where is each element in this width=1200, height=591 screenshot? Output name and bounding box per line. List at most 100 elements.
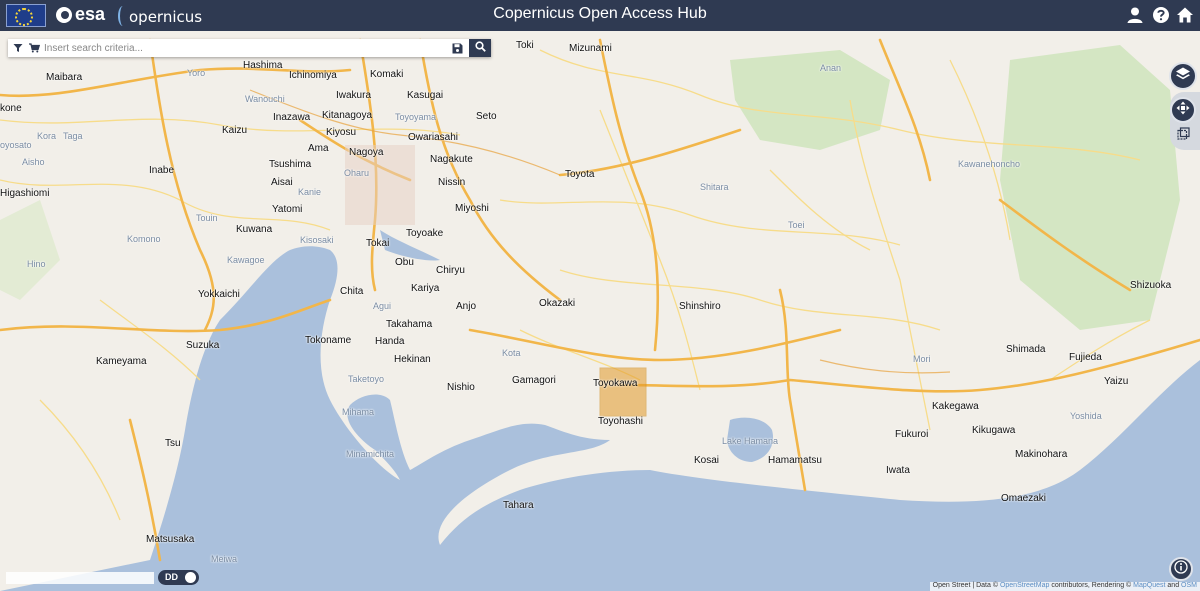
info-icon bbox=[1174, 559, 1188, 579]
draw-area-button[interactable] bbox=[1170, 124, 1196, 148]
info-button[interactable] bbox=[1169, 557, 1193, 581]
place-label: Kameyama bbox=[96, 356, 147, 367]
place-label: Toyokawa bbox=[593, 378, 638, 389]
attribution-and: and bbox=[1167, 582, 1180, 589]
place-label: Fukuroi bbox=[895, 429, 929, 440]
place-label: Meiwa bbox=[211, 554, 238, 564]
attribution-rest: contributors, Rendering © bbox=[1051, 582, 1132, 589]
layers-button[interactable] bbox=[1169, 62, 1197, 90]
place-label: Kiyosu bbox=[326, 127, 357, 138]
move-icon bbox=[1176, 101, 1190, 120]
place-label: Chita bbox=[340, 286, 364, 297]
place-label: Fujieda bbox=[1069, 352, 1102, 363]
place-label: kone bbox=[0, 103, 22, 114]
map-view[interactable]: Maibara Hashima Ichinomiya Komaki Toki M… bbox=[0, 31, 1200, 591]
place-label: Iwata bbox=[886, 465, 910, 476]
place-label: Kosai bbox=[694, 455, 720, 466]
place-label: Taga bbox=[63, 131, 83, 141]
place-label: Toyota bbox=[565, 169, 595, 180]
place-label: Agui bbox=[373, 301, 392, 311]
place-label: Makinohara bbox=[1015, 449, 1068, 460]
place-label: Matsusaka bbox=[146, 534, 195, 545]
osm-link[interactable]: OpenStreetMap bbox=[1000, 582, 1049, 589]
place-label: Tsu bbox=[165, 438, 181, 449]
place-label: Shitara bbox=[700, 182, 729, 192]
place-label: Handa bbox=[375, 336, 405, 347]
osm-link-2[interactable]: OSM bbox=[1181, 582, 1197, 589]
mapquest-link[interactable]: MapQuest bbox=[1133, 582, 1165, 589]
place-label: Takahama bbox=[386, 319, 433, 330]
selected-area-polygon[interactable] bbox=[599, 367, 647, 417]
place-label: Mizunami bbox=[569, 43, 612, 54]
search-input[interactable] bbox=[44, 40, 444, 56]
attribution-prefix: Open Street bbox=[932, 582, 971, 589]
place-label: Omaezaki bbox=[1001, 493, 1047, 504]
place-label: Inazawa bbox=[273, 112, 311, 123]
place-label: Obu bbox=[395, 257, 414, 268]
place-label: Kuwana bbox=[236, 224, 273, 235]
place-label: Hamamatsu bbox=[768, 455, 822, 466]
place-label: Ichinomiya bbox=[289, 70, 337, 81]
select-area-icon bbox=[1176, 127, 1190, 145]
place-label: Aisai bbox=[271, 177, 293, 188]
filter-icon[interactable] bbox=[11, 39, 25, 57]
place-label: Nagoya bbox=[349, 147, 384, 158]
place-label: Kikugawa bbox=[972, 425, 1016, 436]
map-attribution: Open Street | Data © OpenStreetMap contr… bbox=[929, 582, 1200, 591]
place-label: Kanie bbox=[298, 187, 322, 197]
place-label: Tokoname bbox=[305, 335, 352, 346]
place-label: Yoshida bbox=[1070, 411, 1102, 421]
place-label: Owariasahi bbox=[408, 132, 459, 143]
place-label: Tahara bbox=[503, 500, 534, 511]
place-label: Touin bbox=[196, 213, 218, 223]
coordinate-format-toggle[interactable]: DD bbox=[158, 570, 199, 585]
place-label: Kisosaki bbox=[300, 235, 334, 245]
place-label: Okazaki bbox=[539, 298, 576, 309]
cart-icon[interactable] bbox=[27, 39, 41, 57]
pan-mode-button[interactable] bbox=[1170, 97, 1196, 123]
place-label: Toyohashi bbox=[598, 416, 644, 427]
place-label: Yokkaichi bbox=[198, 289, 240, 300]
help-icon[interactable] bbox=[1152, 6, 1170, 24]
place-label: Higashiomi bbox=[0, 188, 50, 199]
search-icon bbox=[474, 39, 486, 57]
place-label: Taketoyo bbox=[348, 374, 385, 384]
map-canvas bbox=[0, 38, 1200, 591]
place-label: Nishio bbox=[447, 382, 475, 393]
place-label: Toyoyama bbox=[395, 112, 437, 122]
place-label: Kawanehoncho bbox=[958, 159, 1021, 169]
place-label: Yaizu bbox=[1104, 376, 1129, 387]
place-label: Toki bbox=[516, 40, 534, 51]
place-label: Yoro bbox=[187, 68, 206, 78]
place-label: Lake Hamana bbox=[722, 436, 779, 446]
place-label: Komono bbox=[127, 234, 161, 244]
place-label: Shimada bbox=[1006, 344, 1046, 355]
place-label: Maibara bbox=[46, 72, 83, 83]
place-label: Kitanagoya bbox=[322, 110, 373, 121]
place-label: Kaizu bbox=[222, 125, 248, 136]
place-label: Gamagori bbox=[512, 375, 556, 386]
place-label: Anjo bbox=[456, 301, 477, 312]
place-label: Kasugai bbox=[407, 90, 444, 101]
search-bar bbox=[8, 39, 491, 57]
place-label: Shinshiro bbox=[679, 301, 721, 312]
place-label: Seto bbox=[476, 111, 497, 122]
coordinates-display bbox=[6, 572, 154, 584]
place-label: Iwakura bbox=[336, 90, 372, 101]
place-label: Kora bbox=[37, 131, 57, 141]
top-bar: esa opernicus Copernicus Open Access Hub bbox=[0, 0, 1200, 31]
place-label: Hashima bbox=[243, 60, 283, 71]
save-icon[interactable] bbox=[450, 39, 464, 57]
place-label: Ama bbox=[308, 143, 329, 154]
place-label: Aisho bbox=[22, 157, 45, 167]
place-label: Tokai bbox=[366, 238, 390, 249]
user-icon[interactable] bbox=[1126, 6, 1144, 24]
place-label: Hino bbox=[27, 259, 46, 269]
place-label: Oharu bbox=[344, 168, 370, 178]
place-label: Komaki bbox=[370, 69, 404, 80]
place-label: Yatomi bbox=[272, 204, 303, 215]
place-label: Mori bbox=[913, 354, 931, 364]
home-icon[interactable] bbox=[1176, 6, 1194, 24]
search-button[interactable] bbox=[469, 39, 491, 57]
place-label: Wanouchi bbox=[245, 94, 285, 104]
